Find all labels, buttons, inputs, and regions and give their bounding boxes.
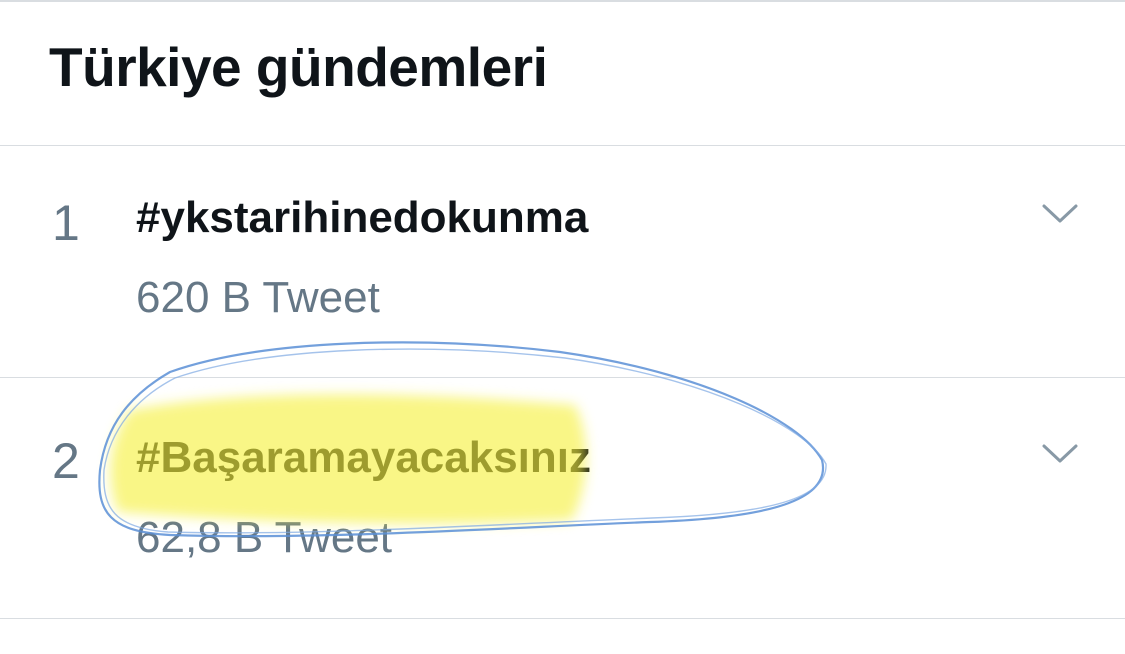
chevron-down-icon[interactable] <box>1040 442 1080 466</box>
trend-rank: 1 <box>52 195 80 251</box>
chevron-down-icon[interactable] <box>1040 202 1080 226</box>
trends-panel: Türkiye gündemleri 1 #ykstarihinedokunma… <box>0 0 1125 654</box>
page-title: Türkiye gündemleri <box>49 36 548 98</box>
trend-item[interactable]: 2 #Başaramayacaksınız 62,8 B Tweet <box>0 378 1125 619</box>
trends-header: Türkiye gündemleri <box>0 2 1125 146</box>
trend-name[interactable]: #ykstarihinedokunma <box>136 196 588 240</box>
trend-name[interactable]: #Başaramayacaksınız <box>136 436 591 480</box>
trend-item[interactable]: 1 #ykstarihinedokunma 620 B Tweet <box>0 146 1125 378</box>
trend-tweet-count: 620 B Tweet <box>136 273 380 322</box>
trend-tweet-count: 62,8 B Tweet <box>136 513 393 562</box>
trend-rank: 2 <box>52 433 80 489</box>
